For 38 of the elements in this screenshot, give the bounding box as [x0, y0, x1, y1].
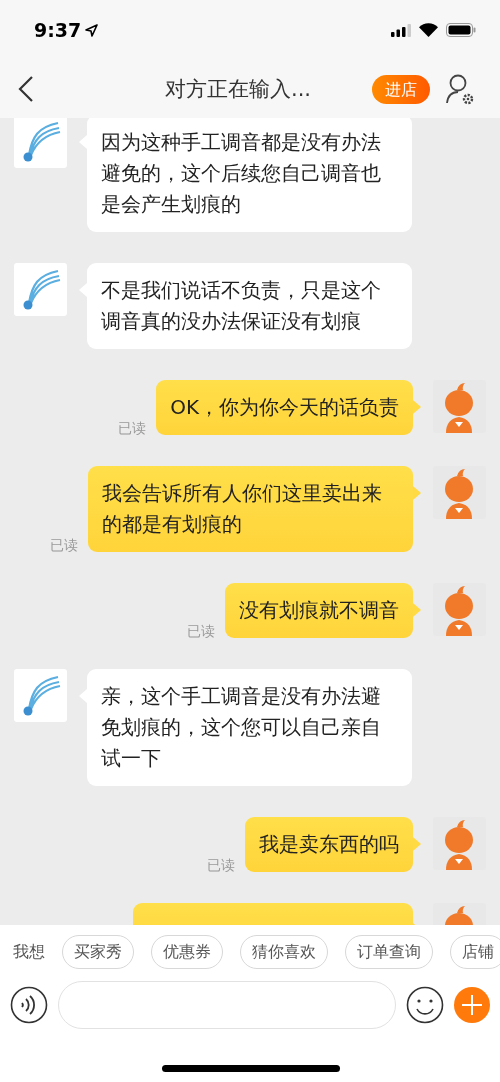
bubble-tail [413, 603, 421, 617]
message-bubble: 不是我们说话不负责，只是这个调音真的没办法保证没有划痕 [87, 263, 412, 349]
bubble-tail [413, 486, 421, 500]
message-bubble: 没有划痕就不调音 [225, 583, 413, 638]
read-receipt: 已读 [187, 622, 215, 641]
signal-icon [391, 23, 411, 37]
read-receipt: 已读 [207, 856, 235, 875]
quick-reply-chip[interactable]: 订单查询 [345, 935, 433, 969]
quick-reply-chip[interactable]: 买家秀 [62, 935, 134, 969]
clock-time: 9:37 [34, 17, 82, 43]
quick-reply-chip[interactable]: 店铺 [450, 935, 500, 969]
seller-avatar-icon [14, 669, 67, 722]
user-settings-icon[interactable] [446, 73, 474, 105]
voice-icon[interactable] [10, 986, 48, 1024]
message-bubble: 亲，这个手工调音是没有办法避免划痕的，这个您可以自己亲自试一下 [87, 669, 412, 786]
quick-reply-label: 我想 [13, 941, 45, 963]
read-receipt: 已读 [118, 419, 147, 438]
quick-reply-chip[interactable]: 优惠券 [151, 935, 223, 969]
bubble-tail [413, 837, 421, 851]
user-avatar-icon [433, 466, 486, 519]
plus-icon[interactable] [454, 987, 490, 1023]
message-bubble: 因为这种手工调音都是没有办法避免的，这个后续您自己调音也是会产生划痕的 [87, 118, 412, 232]
battery-icon [446, 23, 476, 37]
quick-reply-chip[interactable]: 猜你喜欢 [240, 935, 328, 969]
user-avatar-icon [433, 817, 486, 870]
bubble-tail [413, 400, 421, 414]
wifi-icon [419, 23, 438, 37]
emoji-icon[interactable] [406, 986, 444, 1024]
user-avatar-icon [433, 380, 486, 433]
message-bubble: 我会告诉所有人你们这里卖出来的都是有划痕的 [88, 466, 413, 552]
chat-title: 对方正在输入... [165, 76, 312, 103]
back-icon[interactable] [18, 75, 34, 103]
seller-avatar-icon [14, 263, 67, 316]
read-receipt: 已读 [50, 536, 78, 555]
user-avatar-icon [433, 583, 486, 636]
message-bubble: 我是卖东西的吗 [245, 817, 413, 872]
message-bubble: OK，你为你今天的话负责 [156, 380, 413, 435]
location-arrow-icon [85, 23, 99, 37]
